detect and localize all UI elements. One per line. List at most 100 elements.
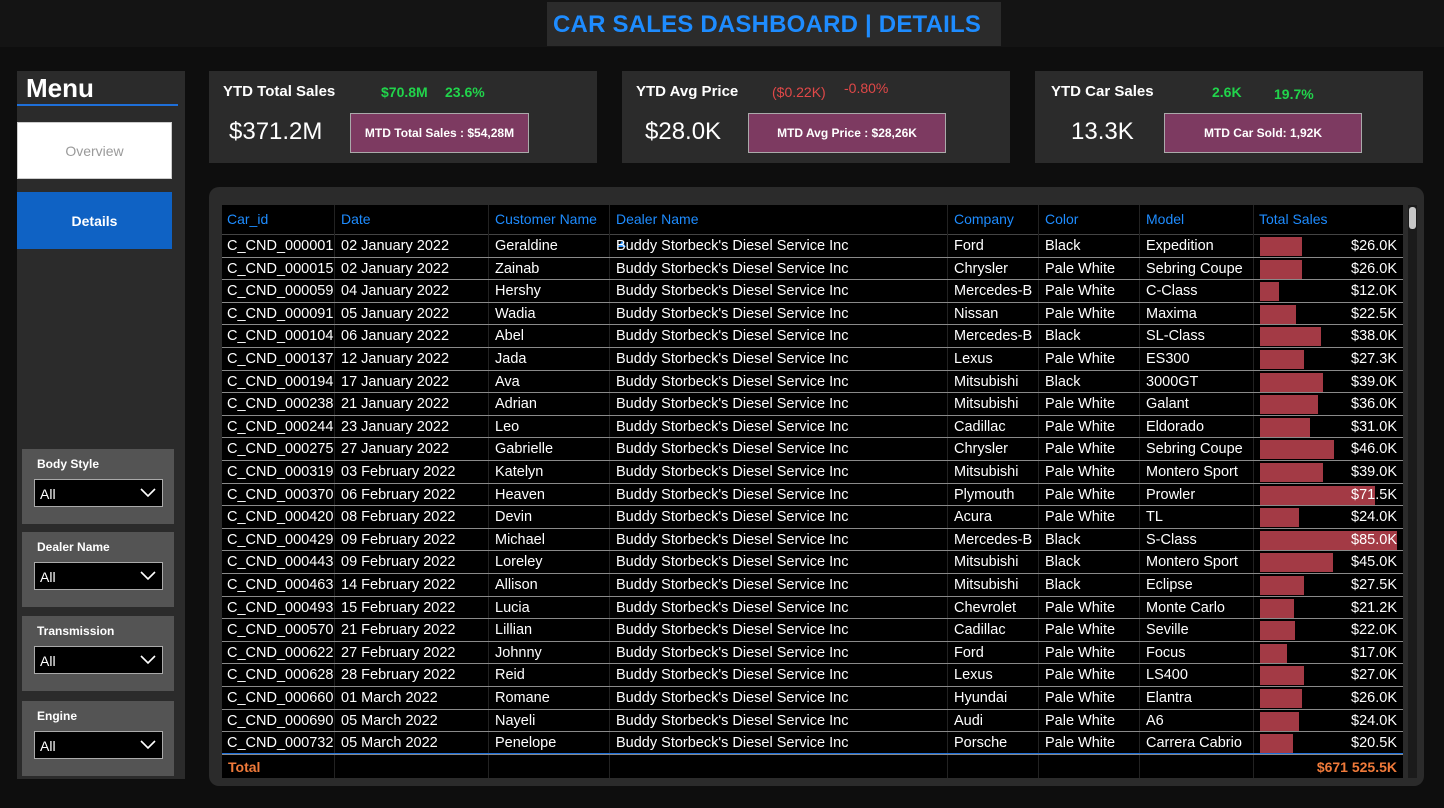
company-cell: Ford: [954, 238, 984, 254]
table-row[interactable]: C_CND_000628 28 February 2022 Reid Buddy St…: [222, 664, 1403, 687]
table-row[interactable]: C_CND_000420 08 February 2022 Devin Buddy S…: [222, 506, 1403, 529]
total-sales-bar: [1260, 576, 1304, 595]
dealer-name-dropdown[interactable]: All: [34, 562, 163, 590]
total-sales-cell: $22.5K: [1351, 305, 1397, 322]
total-sales-bar: [1260, 440, 1334, 460]
scrollbar-thumb[interactable]: [1409, 207, 1416, 229]
body-style-dropdown[interactable]: All: [34, 479, 163, 507]
kpi-value: $28.0K: [645, 118, 722, 145]
total-sales-cell: $26.0K: [1351, 238, 1397, 254]
total-sales-cell: $38.0K: [1351, 328, 1397, 345]
chevron-down-icon: [140, 571, 156, 581]
customer-name-cell: Allison: [495, 577, 538, 593]
model-cell: TL: [1146, 509, 1163, 526]
company-cell: Acura: [954, 509, 992, 526]
column-header-date[interactable]: Date: [341, 211, 371, 227]
column-header-customer-name[interactable]: Customer Name: [495, 211, 597, 227]
table-row[interactable]: C_CND_000443 09 February 2022 Loreley Buddy…: [222, 551, 1403, 574]
customer-name-cell: Gabrielle: [495, 441, 554, 458]
customer-name-cell: Michael: [495, 531, 545, 548]
car-id-cell: C_CND_000194: [227, 373, 334, 390]
table-row[interactable]: C_CND_000319 03 February 2022 Katelyn Buddy…: [222, 461, 1403, 484]
engine-dropdown[interactable]: All: [34, 731, 163, 759]
column-header-company[interactable]: Company: [954, 211, 1014, 227]
table-row[interactable]: C_CND_000244 23 January 2022 Leo Buddy Stor…: [222, 416, 1403, 439]
customer-name-cell: Katelyn: [495, 464, 544, 480]
column-header-car-id[interactable]: Car_id: [227, 211, 268, 227]
kpi-delta-percent: 23.6%: [445, 84, 485, 100]
column-header-dealer-name[interactable]: Dealer Name: [616, 211, 698, 227]
total-sales-cell: $17.0K: [1351, 644, 1397, 661]
table-row[interactable]: C_CND_000622 27 February 2022 Johnny Buddy …: [222, 642, 1403, 665]
details-table-panel: Car_id Date Customer Name Dealer Name Co…: [209, 187, 1424, 786]
customer-name-cell: Lucia: [495, 599, 530, 616]
color-cell: Black: [1045, 554, 1081, 571]
column-header-total-sales[interactable]: Total Sales: [1259, 211, 1327, 227]
date-cell: 14 February 2022: [341, 577, 456, 593]
model-cell: Elantra: [1146, 690, 1192, 706]
customer-name-cell: Abel: [495, 328, 525, 345]
table-row[interactable]: C_CND_000690 05 March 2022 Nayeli Buddy Sto…: [222, 710, 1403, 733]
color-cell: Pale White: [1045, 622, 1116, 639]
body-style-dropdown-value: All: [40, 486, 56, 502]
company-cell: Porsche: [954, 735, 1008, 752]
table-row[interactable]: C_CND_000059 04 January 2022 Hershy Buddy S…: [222, 280, 1403, 303]
details-nav-button[interactable]: Details: [17, 192, 172, 249]
date-cell: 09 February 2022: [341, 531, 456, 548]
dealer-name-cell: Buddy Storbeck's Diesel Service Inc: [616, 238, 849, 254]
model-cell: Expedition: [1146, 238, 1214, 254]
dealer-name-cell: Buddy Storbeck's Diesel Service Inc: [616, 509, 849, 526]
total-sales-bar: [1260, 598, 1294, 618]
table-row[interactable]: C_CND_000732 05 March 2022 Penelope Buddy S…: [222, 732, 1403, 755]
color-cell: Pale White: [1045, 486, 1116, 503]
table-row[interactable]: C_CND_000091 05 January 2022 Wadia Buddy St…: [222, 303, 1403, 326]
table-row[interactable]: C_CND_000001 02 January 2022 Geraldine Budd…: [222, 235, 1403, 258]
table-row[interactable]: C_CND_000463 14 February 2022 Allison Buddy…: [222, 574, 1403, 597]
kpi-delta-value: 2.6K: [1212, 84, 1242, 100]
table-row[interactable]: C_CND_000104 06 January 2022 Abel Buddy Sto…: [222, 325, 1403, 348]
color-cell: Black: [1045, 328, 1081, 345]
car-id-cell: C_CND_000570: [227, 622, 334, 639]
color-cell: Pale White: [1045, 283, 1116, 300]
model-cell: Galant: [1146, 396, 1189, 413]
company-cell: Nissan: [954, 305, 999, 322]
model-cell: Monte Carlo: [1146, 599, 1225, 616]
table-row[interactable]: C_CND_000570 21 February 2022 Lillian Buddy…: [222, 619, 1403, 642]
table-row[interactable]: C_CND_000275 27 January 2022 Gabrielle Budd…: [222, 438, 1403, 461]
kpi-label: YTD Car Sales: [1051, 83, 1154, 100]
column-header-color[interactable]: Color: [1045, 211, 1078, 227]
table-row[interactable]: C_CND_000238 21 January 2022 Adrian Buddy S…: [222, 393, 1403, 416]
dealer-name-cell: Buddy Storbeck's Diesel Service Inc: [616, 554, 849, 571]
table-row[interactable]: C_CND_000137 12 January 2022 Jada Buddy Sto…: [222, 348, 1403, 371]
transmission-dropdown[interactable]: All: [34, 646, 163, 674]
table-row[interactable]: C_CND_000660 01 March 2022 Romane Buddy Sto…: [222, 687, 1403, 710]
mtd-car-sold-button[interactable]: MTD Car Sold: 1,92K: [1164, 113, 1362, 153]
table-row[interactable]: C_CND_000370 06 February 2022 Heaven Buddy …: [222, 484, 1403, 507]
color-cell: Black: [1045, 238, 1081, 254]
table-row[interactable]: C_CND_000493 15 February 2022 Lucia Buddy S…: [222, 597, 1403, 620]
model-cell: Prowler: [1146, 486, 1196, 503]
table-row[interactable]: C_CND_000194 17 January 2022 Ava Buddy Stor…: [222, 371, 1403, 394]
date-cell: 04 January 2022: [341, 283, 450, 300]
mtd-total-sales-button[interactable]: MTD Total Sales : $54,28M: [350, 113, 529, 153]
color-cell: Pale White: [1045, 667, 1116, 684]
table-row[interactable]: C_CND_000429 09 February 2022 Michael Buddy…: [222, 529, 1403, 552]
mtd-avg-price-button[interactable]: MTD Avg Price : $28,26K: [748, 113, 946, 153]
customer-name-cell: Geraldine: [495, 238, 558, 254]
chevron-down-icon: [140, 488, 156, 498]
total-sales-cell: $26.0K: [1351, 260, 1397, 277]
transmission-slicer: Transmission All: [22, 616, 174, 691]
company-cell: Mitsubishi: [954, 577, 1019, 593]
table-row[interactable]: C_CND_000015 02 January 2022 Zainab Buddy S…: [222, 258, 1403, 281]
color-cell: Pale White: [1045, 644, 1116, 661]
company-cell: Cadillac: [954, 418, 1006, 435]
company-cell: Cadillac: [954, 622, 1006, 639]
kpi-delta-percent: -0.80%: [844, 80, 889, 96]
company-cell: Mercedes-B: [954, 531, 1033, 548]
table-scrollbar[interactable]: [1408, 205, 1417, 778]
car-id-cell: C_CND_000091: [227, 305, 334, 322]
overview-nav-button[interactable]: Overview: [17, 122, 172, 179]
total-sales-cell: $85.0K: [1351, 531, 1397, 548]
column-header-model[interactable]: Model: [1146, 211, 1184, 227]
menu-panel: Menu Overview Details Body Style All Dea…: [17, 71, 185, 779]
